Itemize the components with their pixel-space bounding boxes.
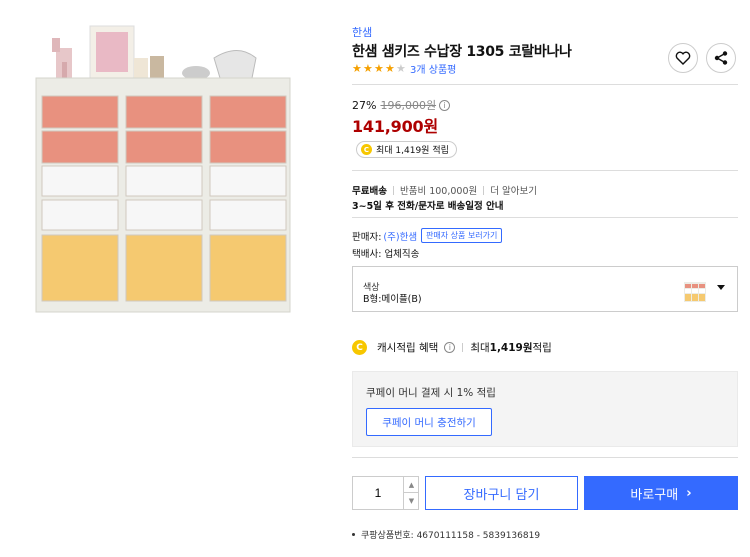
storage-bin	[209, 234, 287, 302]
storage-bin	[209, 130, 287, 164]
coupay-text: 쿠페이 머니 결제 시 1% 적립	[366, 387, 496, 399]
storage-bin	[209, 199, 287, 231]
coupay-charge-button[interactable]: 쿠페이 머니 충전하기	[366, 408, 492, 436]
share-icon	[714, 51, 728, 65]
storage-bin	[125, 199, 203, 231]
small-frame	[134, 58, 148, 78]
storage-bin	[41, 130, 119, 164]
divider	[352, 84, 738, 85]
cash-benefit-label: 캐시적립 혜택	[377, 342, 439, 354]
cash-benefit-prefix: 최대	[470, 342, 490, 354]
storage-bin	[125, 234, 203, 302]
cash-reward-text: 최대 1,419원 적립	[376, 146, 449, 156]
seller-label: 판매자:	[352, 231, 382, 243]
separator	[462, 343, 464, 352]
photo	[96, 32, 128, 72]
coupay-box: 쿠페이 머니 결제 시 1% 적립 쿠페이 머니 충전하기	[352, 371, 738, 447]
separator	[392, 185, 394, 195]
sale-price: 141,900원	[352, 117, 438, 136]
storage-bin	[125, 95, 203, 129]
storage-bin	[41, 234, 119, 302]
product-number-text: 쿠팡상품번호: 4670111158 - 5839136819	[361, 531, 541, 541]
option-thumbnail	[684, 282, 706, 302]
wishlist-button[interactable]	[668, 43, 698, 73]
delivery-company: 택배사: 업체직송	[352, 249, 420, 260]
seller-row: 판매자: (주)한샘 판매자 상품 보러가기	[352, 228, 503, 243]
cash-benefit-row: C 캐시적립 혜택 i 최대 1,419원 적립	[352, 340, 552, 355]
storage-bin	[125, 130, 203, 164]
product-number: 쿠팡상품번호: 4670111158 - 5839136819	[352, 528, 540, 541]
discount-row: 27% 196,000원 i	[352, 97, 451, 113]
divider	[352, 170, 738, 171]
storage-bin	[125, 165, 203, 197]
deer-figure	[52, 38, 72, 78]
shipping-more-link[interactable]: 더 알아보기	[490, 183, 537, 197]
separator	[483, 185, 485, 195]
quantity-stepper: ▲ ▼	[352, 476, 419, 510]
chevron-down-icon	[717, 285, 725, 290]
brand-link[interactable]: 한샘	[352, 24, 372, 40]
divider	[352, 217, 738, 218]
seller-name-link[interactable]: (주)한샘	[383, 229, 417, 243]
original-price: 196,000원	[380, 99, 437, 112]
shipping-schedule: 3~5일 후 전화/문자로 배송일정 안내	[352, 201, 504, 212]
free-shipping-label: 무료배송	[352, 186, 387, 197]
review-count-link[interactable]: 3개 상품평	[410, 61, 456, 76]
buy-now-label: 바로구매	[630, 487, 679, 503]
info-icon[interactable]: i	[444, 342, 456, 353]
share-button[interactable]	[706, 43, 736, 73]
storage-bin	[41, 95, 119, 129]
cash-benefit-amount: 1,419원	[489, 342, 533, 354]
heart-icon	[675, 51, 691, 65]
quantity-input[interactable]	[353, 477, 403, 509]
storage-bin	[209, 95, 287, 129]
coin-icon: C	[352, 340, 367, 355]
divider	[352, 457, 738, 458]
product-image	[35, 25, 291, 313]
star-icon: ★	[363, 62, 373, 75]
bullet	[352, 533, 355, 536]
product-title: 한샘 샘키즈 수납장 1305 코랄바나나	[352, 44, 572, 60]
storage-bin	[41, 199, 119, 231]
star-icon: ★	[385, 62, 395, 75]
discount-rate: 27%	[352, 98, 377, 112]
glass-bowl	[213, 50, 257, 79]
rating-stars: ★ ★ ★ ★ ★	[352, 63, 407, 74]
add-to-cart-button[interactable]: 장바구니 담기	[425, 476, 578, 510]
option-value: B형:메이플(B)	[363, 294, 422, 305]
star-icon: ★	[396, 62, 406, 75]
storage-bin	[41, 165, 119, 197]
info-icon[interactable]: i	[439, 99, 451, 111]
return-fee: 반품비 100,000원	[399, 186, 478, 197]
cash-reward-badge: C 최대 1,419원 적립	[356, 141, 457, 158]
quantity-down-button[interactable]: ▼	[403, 493, 419, 509]
shipping-row: 무료배송 반품비 100,000원 더 알아보기	[352, 183, 537, 197]
star-icon: ★	[374, 62, 384, 75]
star-icon: ★	[352, 62, 362, 75]
rating-row[interactable]: ★ ★ ★ ★ ★ 3개 상품평	[352, 61, 456, 76]
small-frame-2	[150, 56, 164, 78]
chevron-right-icon: ›	[686, 485, 692, 501]
seller-products-button[interactable]: 판매자 상품 보러가기	[421, 228, 503, 243]
color-option-select[interactable]: 색상 B형:메이플(B)	[352, 266, 738, 312]
storage-bin	[209, 165, 287, 197]
quantity-up-button[interactable]: ▲	[403, 477, 419, 493]
buy-now-button[interactable]: 바로구매 ›	[584, 476, 738, 510]
coin-icon: C	[361, 144, 372, 155]
cash-benefit-suffix: 적립	[532, 342, 552, 354]
